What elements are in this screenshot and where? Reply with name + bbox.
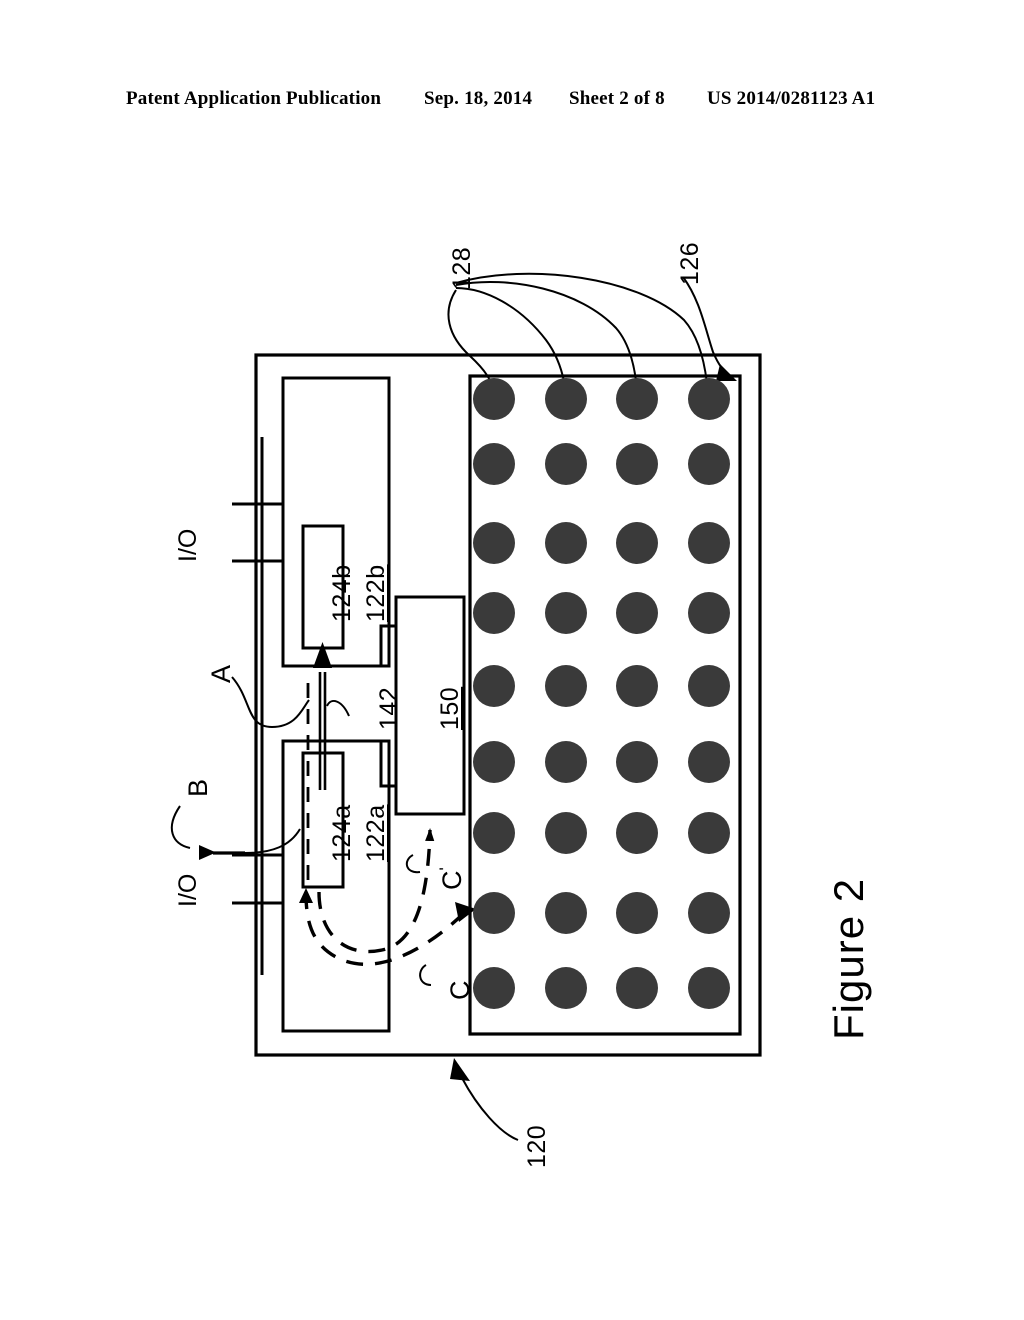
array-dot (688, 378, 730, 420)
dashed-path-c-arrow-124a (299, 888, 313, 903)
array-dot (473, 522, 515, 564)
array-dot (545, 665, 587, 707)
label-c-prime-letter: C (437, 870, 467, 891)
array-dot (545, 522, 587, 564)
array-dot (616, 892, 658, 934)
io-label-top: I/O (174, 528, 202, 562)
leader-142 (326, 700, 350, 717)
leader-B-curve-to-124a (244, 828, 301, 854)
array-dot (616, 592, 658, 634)
array-dot (688, 967, 730, 1009)
array-dot (473, 665, 515, 707)
array-dot (616, 522, 658, 564)
array-dot (545, 967, 587, 1009)
label-c-prime: C' (436, 867, 467, 891)
signal-142-arrowhead (313, 642, 332, 668)
figure-2-svg (170, 272, 762, 1141)
leader-B (170, 805, 191, 849)
array-dot (473, 443, 515, 485)
array-dot (688, 592, 730, 634)
array-dot (688, 741, 730, 783)
array-dot (616, 378, 658, 420)
array-dot (616, 812, 658, 854)
label-120: 120 (523, 1124, 551, 1168)
figure-caption: Figure 2 (825, 877, 872, 1040)
array-dot (473, 967, 515, 1009)
leader-126-arrowhead (716, 364, 737, 381)
array-dot (545, 892, 587, 934)
leader-A (231, 676, 310, 729)
label-142: 142 (375, 686, 403, 730)
label-122b: 122b (362, 564, 390, 622)
leader-c-prime (405, 854, 421, 874)
array-dot (545, 741, 587, 783)
label-124b: 124b (328, 564, 356, 622)
array-dot (688, 522, 730, 564)
label-b: B (183, 778, 213, 797)
array-dot (616, 443, 658, 485)
array-dot (473, 741, 515, 783)
io-label-bottom: I/O (174, 873, 202, 907)
label-126: 126 (676, 241, 704, 285)
array-dots (473, 378, 730, 1009)
leader-120 (461, 1077, 519, 1141)
array-dot (473, 812, 515, 854)
array-dot (616, 741, 658, 783)
leader-128-2 (455, 287, 567, 395)
figure-2-drawing: 128 126 I/O I/O A B 124b 122b 124a 122a … (0, 0, 1024, 1320)
label-c-prime-mark: ' (436, 867, 455, 871)
array-dot (545, 592, 587, 634)
label-124a: 124a (328, 804, 356, 862)
array-dot (616, 967, 658, 1009)
label-150: 150 (436, 686, 464, 730)
array-dot (688, 812, 730, 854)
array-dot (545, 812, 587, 854)
leader-120-arrowhead (450, 1058, 470, 1081)
array-dot (688, 892, 730, 934)
leader-c (419, 964, 432, 986)
array-dot (473, 592, 515, 634)
array-dot (616, 665, 658, 707)
label-122a: 122a (362, 804, 390, 862)
array-dot (688, 443, 730, 485)
label-128: 128 (448, 246, 476, 290)
array-dot (545, 378, 587, 420)
label-a: A (206, 664, 236, 683)
array-dot (473, 892, 515, 934)
array-dot (473, 378, 515, 420)
array-dot (688, 665, 730, 707)
block-122b (281, 376, 391, 668)
label-c: C (445, 980, 475, 1001)
array-dot (545, 443, 587, 485)
